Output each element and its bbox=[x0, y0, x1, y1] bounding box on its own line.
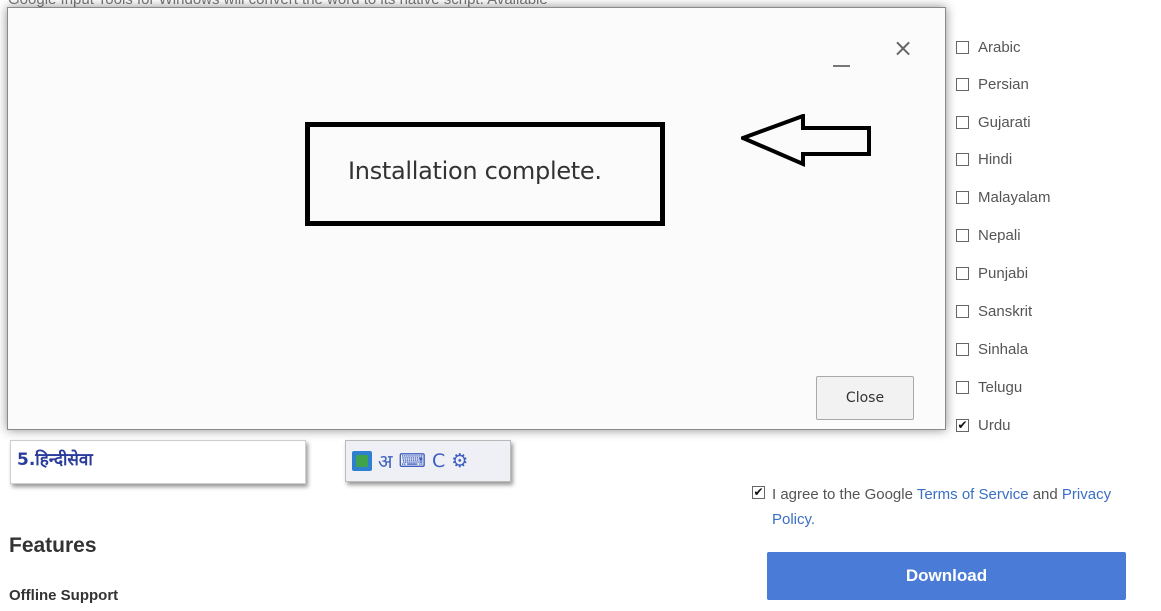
language-option-sinhala[interactable]: Sinhala bbox=[956, 336, 1028, 362]
language-label: Sinhala bbox=[978, 340, 1029, 358]
language-option-persian[interactable]: Persian bbox=[956, 71, 1029, 97]
language-label: Urdu bbox=[978, 416, 1011, 434]
checkbox[interactable] bbox=[956, 152, 969, 166]
language-label: Telugu bbox=[978, 378, 1023, 396]
language-option-punjabi[interactable]: Punjabi bbox=[956, 260, 1028, 286]
minimize-icon[interactable] bbox=[833, 41, 853, 67]
agree-checkbox[interactable]: ✔ bbox=[752, 485, 765, 499]
agree-text: I agree to the Google Terms of Service a… bbox=[772, 486, 1112, 528]
checkbox[interactable] bbox=[956, 115, 969, 129]
checkbox[interactable] bbox=[956, 190, 969, 204]
language-option-arabic[interactable]: Arabic bbox=[956, 34, 1021, 60]
installation-dialog: × Installation complete. Close bbox=[7, 7, 946, 430]
c-letter-icon: C bbox=[431, 450, 446, 472]
installation-message: Installation complete. bbox=[348, 157, 602, 185]
language-label: Nepali bbox=[978, 226, 1021, 244]
hindi-letter-icon: अ bbox=[378, 451, 393, 473]
language-option-telugu[interactable]: Telugu bbox=[956, 374, 1022, 400]
language-label: Arabic bbox=[978, 38, 1021, 56]
terms-of-service-link[interactable]: Terms of Service bbox=[917, 486, 1029, 503]
language-label: Hindi bbox=[978, 150, 1013, 168]
checkbox[interactable] bbox=[956, 304, 969, 318]
hindi-sample-image: 5.हिन्दीसेवा bbox=[10, 440, 306, 484]
checkbox[interactable] bbox=[956, 266, 969, 280]
input-tools-toolbar-image: अ ⌨ C ⚙ bbox=[345, 440, 511, 482]
checkbox[interactable] bbox=[956, 77, 969, 91]
gear-icon: ⚙ bbox=[451, 450, 469, 472]
left-arrow-icon bbox=[741, 114, 871, 168]
language-option-sanskrit[interactable]: Sanskrit bbox=[956, 298, 1032, 324]
download-button[interactable]: Download bbox=[767, 552, 1126, 600]
checkbox[interactable] bbox=[956, 342, 969, 356]
terms-agreement: ✔ I agree to the Google Terms of Service… bbox=[752, 482, 1142, 532]
keyboard-icon: ⌨ bbox=[398, 450, 426, 472]
checkbox-checked[interactable]: ✔ bbox=[956, 418, 969, 432]
close-icon[interactable]: × bbox=[893, 36, 913, 60]
language-option-hindi[interactable]: Hindi bbox=[956, 146, 1012, 172]
language-label: Persian bbox=[978, 75, 1029, 93]
offline-support-heading: Offline Support bbox=[9, 587, 119, 604]
language-label: Sanskrit bbox=[978, 302, 1033, 320]
checkbox[interactable] bbox=[956, 228, 969, 242]
language-option-malayalam[interactable]: Malayalam bbox=[956, 184, 1051, 210]
features-heading: Features bbox=[9, 534, 97, 557]
checkbox[interactable] bbox=[956, 40, 969, 54]
language-option-gujarati[interactable]: Gujarati bbox=[956, 109, 1031, 135]
language-option-nepali[interactable]: Nepali bbox=[956, 222, 1021, 248]
hindi-sample-text: 5.हिन्दीसेवा bbox=[17, 450, 93, 470]
message-highlight-box: Installation complete. bbox=[305, 122, 665, 226]
language-label: Gujarati bbox=[978, 113, 1031, 131]
language-label: Punjabi bbox=[978, 264, 1029, 282]
checkbox[interactable] bbox=[956, 380, 969, 394]
input-tools-logo-icon bbox=[352, 451, 372, 471]
close-button[interactable]: Close bbox=[816, 376, 914, 420]
language-option-urdu[interactable]: ✔ Urdu bbox=[956, 412, 1011, 438]
language-label: Malayalam bbox=[978, 188, 1051, 206]
